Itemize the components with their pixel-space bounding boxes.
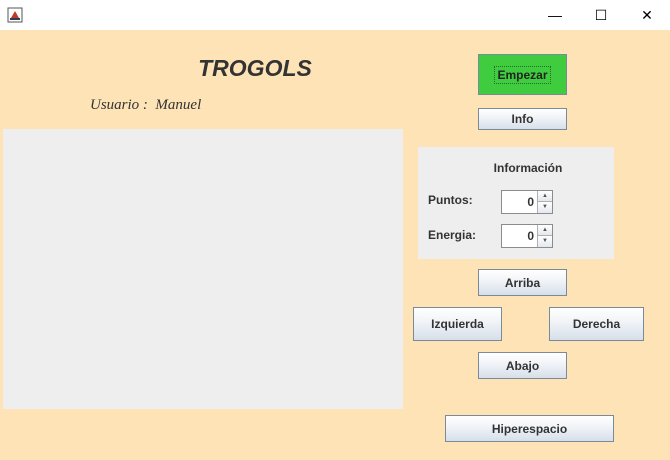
energy-label: Energia: [428, 228, 477, 242]
java-app-icon [7, 7, 23, 23]
start-button-label: Empezar [494, 65, 551, 84]
spinner-down-icon[interactable]: ▼ [537, 236, 552, 247]
main-panel: TROGOLS Usuario : Manuel Empezar Info In… [0, 30, 670, 460]
close-button[interactable]: ✕ [624, 0, 670, 30]
down-button[interactable]: Abajo [478, 352, 567, 379]
maximize-button[interactable]: ☐ [578, 0, 624, 30]
start-button[interactable]: Empezar [478, 54, 567, 95]
window-titlebar: — ☐ ✕ [0, 0, 670, 30]
energy-value[interactable]: 0 [502, 225, 536, 247]
game-board[interactable] [3, 129, 403, 409]
info-panel: Información Puntos: 0 ▲ ▼ Energia: 0 ▲ ▼ [418, 147, 614, 259]
user-label: Usuario : [90, 97, 148, 113]
info-button[interactable]: Info [478, 108, 567, 130]
minimize-button[interactable]: — [532, 0, 578, 30]
left-button[interactable]: Izquierda [413, 307, 502, 341]
up-button[interactable]: Arriba [478, 269, 567, 296]
energy-spinner[interactable]: 0 ▲ ▼ [501, 224, 553, 248]
user-name: Manuel [155, 97, 202, 113]
spinner-down-icon[interactable]: ▼ [537, 202, 552, 213]
user-line: Usuario : Manuel [90, 97, 201, 114]
spinner-up-icon[interactable]: ▲ [537, 191, 552, 202]
points-value[interactable]: 0 [502, 191, 536, 213]
hyperspace-button[interactable]: Hiperespacio [445, 415, 614, 442]
info-panel-title: Información [493, 161, 563, 175]
points-label: Puntos: [428, 193, 473, 207]
page-title: TROGOLS [198, 55, 312, 81]
right-button[interactable]: Derecha [549, 307, 644, 341]
spinner-up-icon[interactable]: ▲ [537, 225, 552, 236]
points-spinner[interactable]: 0 ▲ ▼ [501, 190, 553, 214]
